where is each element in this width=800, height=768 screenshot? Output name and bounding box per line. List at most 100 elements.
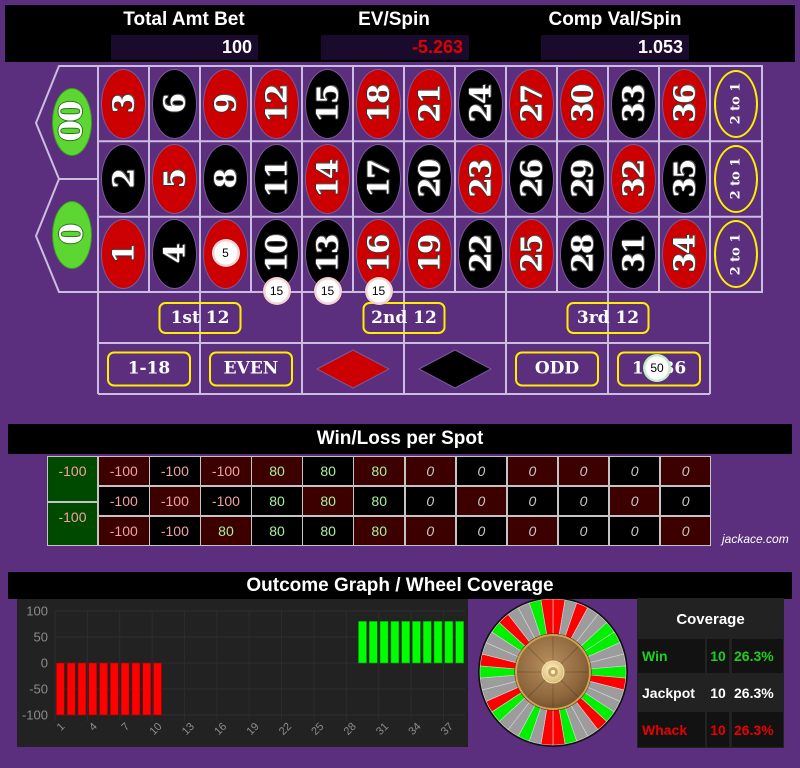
x-tick-label: 10	[147, 721, 164, 738]
winloss-cell: 80	[251, 516, 303, 546]
winloss-cell: 0	[557, 486, 610, 516]
winloss-cell: 0	[608, 456, 661, 486]
number-label: 4	[157, 244, 192, 264]
winloss-cell-00: -100	[47, 456, 98, 502]
number-oval: 29	[560, 143, 605, 214]
outcome-bar	[455, 621, 464, 664]
column-bet-1[interactable]: 2 to 1	[710, 66, 762, 141]
number-cell-24[interactable]: 24	[455, 66, 506, 141]
bet-chip[interactable]: 15	[262, 277, 291, 305]
number-cell-36[interactable]: 36	[659, 66, 710, 141]
coverage-percent: 26.3%	[732, 639, 783, 673]
number-label: 3	[106, 94, 141, 113]
number-label: 36	[667, 84, 702, 123]
bet-chip[interactable]: 15	[364, 277, 393, 305]
double-zero-cell[interactable]: 00	[36, 66, 98, 179]
bet-chip[interactable]: 50	[643, 354, 671, 382]
number-oval: 24	[458, 68, 503, 139]
y-tick-label: 0	[41, 656, 48, 671]
number-cell-21[interactable]: 21	[404, 66, 455, 141]
number-cell-20[interactable]: 20	[404, 141, 455, 216]
coverage-row-win: Win 10 26.3%	[637, 639, 784, 673]
number-cell-17[interactable]: 17	[353, 141, 404, 216]
number-cell-22[interactable]: 22	[455, 217, 506, 292]
column-ellipse: 2 to 1	[714, 220, 758, 289]
y-tick-label: 100	[26, 604, 48, 619]
number-cell-15[interactable]: 15	[302, 66, 353, 141]
outside-bet-1-18[interactable]: 1-18	[98, 343, 200, 394]
outcome-bar	[444, 621, 454, 664]
column-bet-3[interactable]: 2 to 1	[710, 217, 762, 292]
number-cell-29[interactable]: 29	[557, 141, 608, 216]
number-cell-11[interactable]: 11	[251, 141, 302, 216]
number-cell-6[interactable]: 6	[149, 66, 200, 141]
dozen-bet-3[interactable]: 3rd 12	[506, 292, 710, 343]
zero-oval: 00	[52, 88, 92, 156]
number-oval: 12	[254, 68, 299, 139]
winloss-cell: -100	[98, 486, 150, 516]
number-cell-28[interactable]: 28	[557, 217, 608, 292]
number-label: 24	[463, 84, 498, 123]
number-cell-27[interactable]: 27	[506, 66, 557, 141]
number-cell-8[interactable]: 8	[200, 141, 251, 216]
number-cell-4[interactable]: 4	[149, 217, 200, 292]
column-bet-2[interactable]: 2 to 1	[710, 141, 762, 216]
winloss-cell: -100	[98, 456, 150, 486]
number-oval: 4	[152, 219, 197, 290]
coverage-count: 10	[707, 712, 729, 747]
number-cell-26[interactable]: 26	[506, 141, 557, 216]
column-ellipse: 2 to 1	[714, 69, 758, 138]
outcome-bar	[412, 621, 421, 664]
winloss-cell: -100	[200, 456, 252, 486]
bet-chip[interactable]: 15	[313, 277, 342, 305]
number-cell-32[interactable]: 32	[608, 141, 659, 216]
outcome-graph-panel: 100 50 0 -50 -100 1 4 7 10 13 16 19 22 25 28 31 34 37	[17, 599, 468, 747]
number-label: 23	[463, 160, 498, 198]
winloss-cell: 80	[353, 456, 405, 486]
number-cell-19[interactable]: 19	[404, 217, 455, 292]
zero-cell[interactable]: 0	[36, 179, 98, 292]
number-cell-9[interactable]: 9	[200, 66, 251, 141]
x-tick-label: 1	[55, 721, 68, 734]
zero-number: 00	[54, 102, 91, 142]
x-tick-label: 19	[245, 721, 262, 738]
number-oval: 14	[305, 143, 350, 214]
outside-bet-red-diamond[interactable]	[302, 343, 404, 394]
number-cell-1[interactable]: 1	[98, 217, 149, 292]
outside-bet-black-diamond[interactable]	[404, 343, 506, 394]
bet-chip[interactable]: 5	[211, 239, 240, 268]
number-cell-5[interactable]: 5	[149, 141, 200, 216]
number-cell-33[interactable]: 33	[608, 66, 659, 141]
number-cell-25[interactable]: 25	[506, 217, 557, 292]
outcome-bar	[358, 621, 367, 664]
y-tick-label: 50	[34, 630, 48, 645]
winloss-cell: 0	[455, 456, 508, 486]
site-credit[interactable]: jackace.com	[722, 532, 789, 546]
coverage-percent: 26.3%	[732, 712, 783, 747]
number-oval: 25	[509, 219, 554, 290]
number-label: 32	[616, 160, 651, 198]
number-cell-30[interactable]: 30	[557, 66, 608, 141]
x-tick-label: 34	[406, 721, 423, 738]
number-oval: 28	[560, 219, 605, 290]
number-cell-2[interactable]: 2	[98, 141, 149, 216]
roulette-board: 00 0 3 6 9 12 15 18 21 24 27 30 33 36 2 5 8 11 14 17 20 23 26 2…	[0, 0, 800, 400]
number-cell-14[interactable]: 14	[302, 141, 353, 216]
coverage-panel: Coverage Win 10 26.3% Jackpot 10 26.3% W…	[637, 598, 784, 748]
number-cell-34[interactable]: 34	[659, 217, 710, 292]
outside-bet-even[interactable]: EVEN	[200, 343, 302, 394]
number-label: 6	[157, 94, 192, 113]
number-cell-3[interactable]: 3	[98, 66, 149, 141]
number-cell-31[interactable]: 31	[608, 217, 659, 292]
number-cell-35[interactable]: 35	[659, 141, 710, 216]
coverage-row-jackpot: Jackpot 10 26.3%	[637, 674, 784, 711]
number-cell-23[interactable]: 23	[455, 141, 506, 216]
coverage-row-whack: Whack 10 26.3%	[637, 712, 784, 747]
dozen-label: 2nd 12	[362, 301, 446, 334]
number-oval: 21	[407, 68, 452, 139]
x-tick-label: 28	[342, 721, 359, 738]
number-cell-12[interactable]: 12	[251, 66, 302, 141]
number-cell-18[interactable]: 18	[353, 66, 404, 141]
outside-bet-odd[interactable]: ODD	[506, 343, 608, 394]
coverage-count: 10	[710, 684, 726, 701]
